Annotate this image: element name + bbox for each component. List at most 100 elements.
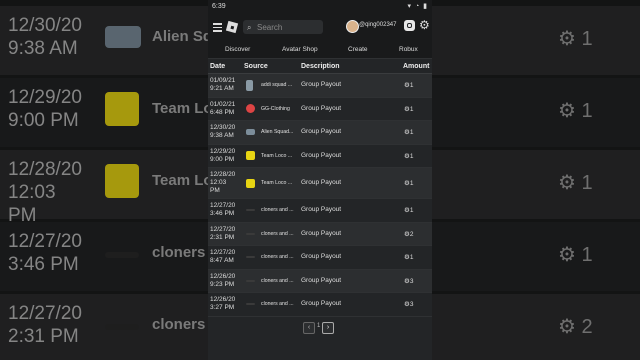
row-amount-value: 1 — [409, 152, 414, 160]
source-thumbnail[interactable] — [246, 104, 255, 114]
row-description: Group Payout — [301, 253, 342, 261]
status-bar: 6:39 ▾ ◔ ▮ — [208, 0, 432, 14]
system-icons: ▾ ◔ ▮ — [407, 3, 428, 10]
row-amount: ⚙3 — [404, 277, 413, 285]
row-amount-value: 1 — [409, 129, 414, 137]
robux-icon[interactable] — [404, 20, 415, 31]
row-source[interactable]: GG-Clothing — [261, 106, 290, 112]
row-amount-value: 3 — [409, 277, 414, 285]
prev-page-button[interactable]: ‹ — [303, 321, 315, 334]
source-thumbnail[interactable] — [246, 256, 255, 259]
row-amount: ⚙1 — [404, 81, 413, 89]
row-amount: ⚙1 — [404, 105, 413, 113]
source-thumbnail[interactable] — [246, 209, 255, 212]
row-amount-value: 1 — [409, 82, 414, 90]
row-amount-value: 1 — [409, 105, 414, 113]
username[interactable]: @qing002347 — [359, 22, 396, 28]
row-description: Group Payout — [301, 229, 342, 237]
search-icon: ⌕ — [247, 23, 252, 32]
header-date: Date — [210, 63, 226, 70]
row-amount-value: 3 — [409, 301, 414, 309]
row-description: Group Payout — [301, 179, 342, 186]
source-thumbnail[interactable] — [246, 303, 255, 306]
row-date: 12/29/20 9:00 PM — [210, 147, 236, 163]
row-amount-value: 1 — [409, 207, 414, 215]
table-row: 12/27/20 3:46 PM cloners and ... Group Pay… — [208, 199, 432, 223]
row-source[interactable]: cloners and ... — [261, 207, 294, 213]
main-nav: Discover Avatar Shop Create Robux — [208, 42, 432, 59]
table-header: Date Source Description Amount — [208, 59, 432, 74]
table-row: 12/27/20 8:47 AM cloners and ... Group Pay… — [208, 246, 432, 270]
row-date: 12/27/20 2:31 PM — [210, 225, 236, 241]
row-date: 12/27/20 3:46 PM — [210, 202, 236, 218]
source-thumbnail[interactable] — [246, 79, 253, 91]
row-source[interactable]: cloners and ... — [261, 301, 294, 307]
row-date: 12/26/20 3:27 PM — [210, 296, 236, 312]
page-number: 1 — [317, 322, 321, 329]
row-amount: ⚙3 — [404, 300, 413, 308]
phone-screen: 6:39 ▾ ◔ ▮ ⌕ @qing002347 ⚙ Discover Avat… — [208, 0, 432, 360]
header-description: Description — [301, 63, 340, 70]
background-right-panel: 12/30/20 9:38 AMAlien Squ⚙ 112/29/20 9:0… — [432, 0, 640, 360]
table-row: 01/09/21 9:21 AM addi squad ... Group Payo… — [208, 74, 432, 98]
row-date: 01/09/21 9:21 AM — [210, 77, 236, 93]
table-row: 12/28/20 12:03 PM Team Loco ... Group Payo… — [208, 168, 432, 199]
row-description: Group Payout — [301, 300, 342, 308]
row-amount: ⚙1 — [404, 152, 413, 160]
row-date: 12/30/20 9:38 AM — [210, 124, 236, 140]
row-source[interactable]: addi squad ... — [261, 82, 292, 88]
row-date: 01/02/21 6:48 PM — [210, 100, 236, 116]
nav-avatar-shop[interactable]: Avatar Shop — [282, 46, 318, 53]
table-row: 12/26/20 3:27 PM cloners and ... Group Pay… — [208, 293, 432, 317]
table-row: 01/02/21 6:48 PM GG-Clothing Group Payout ⚙… — [208, 98, 432, 121]
row-amount: ⚙1 — [404, 206, 413, 214]
row-date: 12/27/20 8:47 AM — [210, 249, 236, 265]
next-page-button[interactable]: › — [322, 321, 334, 334]
source-thumbnail[interactable] — [246, 178, 255, 188]
search-box[interactable]: ⌕ — [243, 20, 323, 34]
row-source[interactable]: Alien Squad... — [261, 129, 293, 135]
table-row: 12/29/20 9:00 PM Team Loco ... Group Payou… — [208, 145, 432, 168]
row-amount-value: 1 — [409, 254, 414, 262]
row-description: Group Payout — [301, 81, 342, 89]
row-source[interactable]: Team Loco ... — [261, 153, 292, 159]
source-thumbnail[interactable] — [246, 232, 255, 235]
gear-icon[interactable]: ⚙ — [419, 18, 430, 32]
row-source[interactable]: cloners and ... — [261, 278, 294, 284]
row-description: Group Payout — [301, 206, 342, 214]
background-left-panel: 12/30/20 9:38 AMAlien Squ⚙ 112/29/20 9:0… — [0, 0, 208, 360]
row-source[interactable]: cloners and ... — [261, 231, 294, 237]
header-amount: Amount — [403, 63, 430, 70]
row-source[interactable]: cloners and ... — [261, 254, 294, 260]
row-description: Group Payout — [301, 104, 342, 112]
row-date: 12/28/20 12:03 PM — [210, 171, 236, 194]
row-amount: ⚙1 — [404, 128, 413, 136]
nav-create[interactable]: Create — [348, 46, 368, 53]
user-avatar[interactable] — [346, 20, 359, 33]
row-description: Group Payout — [301, 128, 342, 136]
roblox-logo-icon[interactable] — [225, 20, 239, 34]
table-row: 12/27/20 2:31 PM cloners and ... Group Pay… — [208, 222, 432, 246]
search-input[interactable] — [257, 21, 319, 33]
row-amount: ⚙1 — [404, 253, 413, 261]
nav-discover[interactable]: Discover — [225, 46, 250, 53]
nav-robux[interactable]: Robux — [399, 46, 418, 53]
row-amount-value: 1 — [409, 180, 414, 187]
transactions-table-body: 01/09/21 9:21 AM addi squad ... Group Payo… — [208, 74, 432, 317]
row-description: Group Payout — [301, 276, 342, 284]
pagination: ‹ 1 › — [208, 317, 432, 337]
background-dim-overlay — [0, 0, 208, 360]
hamburger-menu-icon[interactable] — [213, 23, 222, 32]
table-row: 12/30/20 9:38 AM Alien Squad... Group Payo… — [208, 121, 432, 145]
status-time: 6:39 — [212, 3, 226, 10]
source-thumbnail[interactable] — [246, 151, 255, 161]
source-thumbnail[interactable] — [246, 279, 255, 282]
row-source[interactable]: Team Loco ... — [261, 180, 292, 186]
row-amount: ⚙2 — [404, 230, 413, 238]
row-date: 12/26/20 9:23 PM — [210, 272, 236, 288]
row-description: Group Payout — [301, 151, 342, 159]
row-amount: ⚙1 — [404, 179, 413, 187]
table-row: 12/26/20 9:23 PM cloners and ... Group Pay… — [208, 269, 432, 293]
top-bar: ⌕ @qing002347 ⚙ — [208, 14, 432, 42]
source-thumbnail[interactable] — [246, 129, 255, 136]
